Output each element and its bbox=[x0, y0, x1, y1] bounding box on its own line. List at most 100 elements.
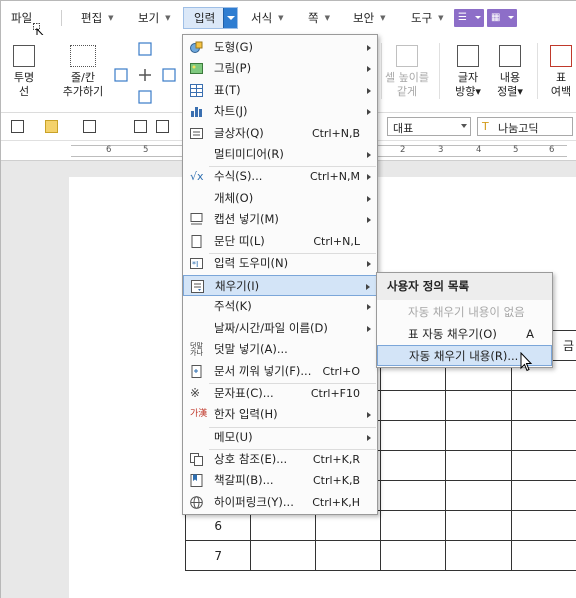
insert-document-icon bbox=[191, 364, 202, 378]
symbol-icon: ※ bbox=[190, 386, 201, 400]
menu-input-label: 입력 bbox=[194, 11, 216, 25]
svg-text:*I: *I bbox=[192, 260, 198, 269]
font-combo[interactable]: T 나눔고딕 bbox=[477, 117, 573, 136]
submenu-header: 사용자 정의 목록 bbox=[377, 273, 552, 300]
menu-item-textbox[interactable]: 글상자(Q) Ctrl+N,B bbox=[183, 123, 377, 144]
menu-item-ruby-text[interactable]: 덧말 가나 덧말 넣기(A)... bbox=[183, 339, 377, 360]
hanja-icon: 가漢 bbox=[190, 409, 208, 420]
save-icon[interactable] bbox=[83, 120, 96, 133]
open-folder-icon[interactable] bbox=[45, 120, 58, 133]
ribbon-divider bbox=[537, 43, 538, 99]
ruler-number: 4 bbox=[476, 145, 482, 155]
text-direction-label: 글자 방향▾ bbox=[455, 71, 481, 98]
menu-tools[interactable]: 도구 ▼ bbox=[411, 10, 444, 26]
shape-icon bbox=[190, 41, 203, 53]
app-window: 파일 편집 ▼ 보기 ▼ 입력 서식 ▼ 쪽 ▼ 보안 ▼ 도구 ▼ ☰ ▦ 투명 선 줄/칸… bbox=[0, 0, 576, 598]
menu-file[interactable]: 파일 bbox=[11, 10, 32, 26]
table-icon bbox=[190, 83, 203, 97]
transparent-line-button[interactable]: 투명 선 bbox=[7, 45, 41, 99]
menu-item-fill[interactable]: 채우기(I) bbox=[183, 275, 377, 297]
menu-item-symbol[interactable]: ※ 문자표(C)... Ctrl+F10 bbox=[183, 383, 377, 404]
table-layout-button[interactable]: ▦ bbox=[487, 9, 517, 27]
equal-cell-height-label: 셀 높이를 같게 bbox=[385, 71, 429, 98]
menu-item-formula[interactable]: √x 수식(S)... Ctrl+N,M bbox=[183, 166, 377, 187]
preview-icon[interactable] bbox=[156, 120, 169, 133]
add-row-column-label: 줄/칸 추가하기 bbox=[62, 71, 104, 98]
style-combo[interactable]: 대표 bbox=[387, 117, 471, 136]
ruler-number: 5 bbox=[513, 145, 519, 155]
caption-icon bbox=[190, 213, 203, 225]
style-combo-value: 대표 bbox=[393, 122, 414, 135]
menu-input-dropdown-button[interactable] bbox=[223, 8, 237, 28]
cross-reference-icon bbox=[190, 453, 203, 466]
menu-item-insert-document[interactable]: 문서 끼워 넣기(F)... Ctrl+O bbox=[183, 361, 377, 382]
table-margin-button[interactable]: 표 여백 bbox=[546, 45, 576, 99]
textbox-icon bbox=[190, 127, 203, 139]
ruler-number: 5 bbox=[143, 145, 149, 155]
cell-insert-icons bbox=[114, 42, 176, 104]
table-grid-icon bbox=[13, 45, 35, 67]
hyperlink-icon bbox=[190, 495, 203, 509]
menu-item-datetime-filename[interactable]: 날짜/시간/파일 이름(D) bbox=[183, 318, 377, 339]
formula-icon: √x bbox=[190, 170, 204, 184]
menu-item-memo[interactable]: 메모(U) bbox=[183, 427, 377, 448]
menu-security[interactable]: 보안 ▼ bbox=[353, 10, 386, 26]
insert-cell-icon bbox=[70, 45, 96, 67]
submenu-item-table-autofill[interactable]: 표 자동 채우기(O) A bbox=[377, 324, 552, 345]
table-margin-icon bbox=[550, 45, 572, 67]
content-align-label: 내용 정렬▾ bbox=[497, 71, 523, 98]
menu-item-annotation[interactable]: 주석(K) bbox=[183, 296, 377, 317]
transparent-line-label: 투명 선 bbox=[13, 71, 35, 98]
ruby-text-icon: 덧말 가나 bbox=[190, 342, 203, 358]
picture-icon bbox=[190, 63, 203, 75]
table-margin-label: 표 여백 bbox=[550, 71, 572, 98]
content-align-button[interactable]: 내용 정렬▾ bbox=[491, 45, 529, 99]
table-cell[interactable]: 6 bbox=[184, 510, 252, 541]
menu-item-input-helper[interactable]: *I 입력 도우미(N) bbox=[183, 253, 377, 274]
bookmark-icon bbox=[190, 474, 203, 488]
mouse-pointer-icon bbox=[520, 352, 533, 372]
menu-item-table[interactable]: 표(T) bbox=[183, 80, 377, 101]
font-icon: T bbox=[482, 120, 489, 133]
menu-edit[interactable]: 편집 ▼ bbox=[81, 10, 114, 26]
menu-item-hanja[interactable]: 가漢 한자 입력(H) bbox=[183, 404, 377, 425]
paragraph-band-icon bbox=[191, 234, 202, 248]
menu-input-active[interactable]: 입력 bbox=[183, 7, 238, 29]
table-cell[interactable]: 7 bbox=[184, 540, 252, 571]
input-menu-dropdown: 도형(G) 그림(P) 표(T) 차트(J) 글상자(Q) Ctrl+N,B 멀티… bbox=[182, 34, 378, 515]
equal-cell-height-button[interactable]: 셀 높이를 같게 bbox=[384, 45, 430, 99]
ruler-number: 3 bbox=[438, 145, 444, 155]
chart-icon bbox=[191, 107, 202, 118]
add-row-column-button[interactable]: 줄/칸 추가하기 bbox=[57, 45, 109, 99]
text-direction-button[interactable]: 글자 방향▾ bbox=[449, 45, 487, 99]
new-document-icon[interactable] bbox=[11, 120, 24, 133]
menu-item-paragraph-band[interactable]: 문단 띠(L) Ctrl+N,L bbox=[183, 231, 377, 252]
input-helper-icon: *I bbox=[190, 258, 203, 270]
menu-bar: 파일 편집 ▼ 보기 ▼ 입력 서식 ▼ 쪽 ▼ 보안 ▼ 도구 ▼ ☰ ▦ bbox=[1, 1, 576, 47]
menu-item-picture[interactable]: 그림(P) bbox=[183, 58, 377, 79]
font-combo-value: 나눔고딕 bbox=[498, 122, 539, 135]
print-icon[interactable] bbox=[134, 120, 147, 133]
menubar-divider bbox=[61, 10, 62, 26]
menu-item-cross-reference[interactable]: 상호 참조(E)... Ctrl+K,R bbox=[183, 449, 377, 470]
text-direction-icon bbox=[457, 45, 479, 67]
ruler-number: 2 bbox=[400, 145, 406, 155]
menu-page[interactable]: 쪽 ▼ bbox=[308, 10, 330, 26]
submenu-item-no-autofill: 자동 채우기 내용이 없음 bbox=[408, 305, 525, 319]
menu-item-bookmark[interactable]: 책갈피(B)... Ctrl+K,B bbox=[183, 470, 377, 491]
menu-view[interactable]: 보기 ▼ bbox=[138, 10, 171, 26]
ribbon-divider bbox=[381, 43, 382, 99]
ruler-number: 6 bbox=[106, 145, 112, 155]
menu-item-hyperlink[interactable]: 하이퍼링크(Y)... Ctrl+K,H bbox=[183, 492, 377, 513]
menu-item-caption[interactable]: 캡션 넣기(M) bbox=[183, 209, 377, 230]
menu-item-multimedia[interactable]: 멀티미디어(R) bbox=[183, 144, 377, 165]
menu-item-shape[interactable]: 도형(G) bbox=[183, 37, 377, 58]
table-style-button[interactable]: ☰ bbox=[454, 9, 484, 27]
ribbon-divider bbox=[439, 43, 440, 99]
fill-icon bbox=[191, 280, 204, 293]
menu-format[interactable]: 서식 ▼ bbox=[251, 10, 284, 26]
content-align-icon bbox=[499, 45, 521, 67]
menu-item-chart[interactable]: 차트(J) bbox=[183, 101, 377, 122]
menu-item-object[interactable]: 개체(O) bbox=[183, 188, 377, 209]
ruler-number: 6 bbox=[549, 145, 555, 155]
